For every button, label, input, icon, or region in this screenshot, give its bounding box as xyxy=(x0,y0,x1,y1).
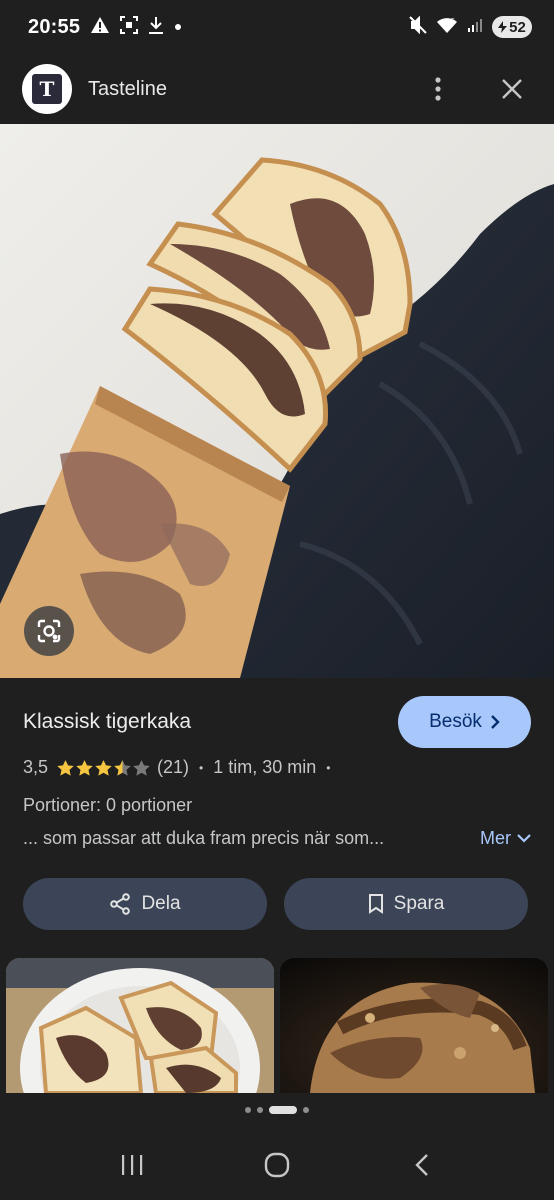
google-lens-button[interactable] xyxy=(24,606,74,656)
recipe-snippet: ... som passar att duka fram precis när … xyxy=(23,828,385,848)
close-button[interactable] xyxy=(492,69,532,109)
close-icon xyxy=(502,79,522,99)
wifi-icon: 5 xyxy=(436,16,458,39)
star-icon xyxy=(76,759,93,776)
thumbnail-2[interactable] xyxy=(280,958,548,1093)
download-icon xyxy=(148,16,164,39)
recipe-meta: 3,5 (21) • 1 tim, 30 min • xyxy=(23,757,341,778)
recipe-title: Klassisk tigerkaka xyxy=(23,710,192,733)
chevron-right-icon xyxy=(491,715,500,729)
site-logo[interactable]: T xyxy=(22,64,72,114)
svg-text:5: 5 xyxy=(451,18,455,25)
mute-icon xyxy=(409,15,427,39)
share-icon xyxy=(110,893,131,915)
visit-button-label: Besök xyxy=(429,711,482,732)
battery-level: 52 xyxy=(509,18,526,36)
dot-icon xyxy=(174,18,182,36)
star-icon xyxy=(133,759,150,776)
visit-button[interactable]: Besök xyxy=(398,696,531,748)
warning-icon xyxy=(90,16,110,39)
status-notification-icons xyxy=(90,15,182,39)
share-button[interactable]: Dela xyxy=(23,878,267,930)
meta-separator: • xyxy=(326,760,331,775)
save-button[interactable]: Spara xyxy=(284,878,528,930)
pager-dot xyxy=(303,1107,309,1113)
chevron-down-icon xyxy=(517,834,531,843)
more-vert-icon xyxy=(435,77,441,101)
battery-icon: 52 xyxy=(492,16,532,38)
more-button[interactable]: Mer xyxy=(480,828,531,849)
signal-icon xyxy=(467,17,483,38)
marble-cake-photo xyxy=(0,124,554,678)
star-icon xyxy=(95,759,112,776)
home-button[interactable] xyxy=(257,1145,297,1185)
screenshot-icon xyxy=(120,15,139,39)
system-navigation-bar xyxy=(0,1130,554,1200)
thumbnail-1[interactable] xyxy=(6,958,274,1093)
save-label: Spara xyxy=(393,893,445,914)
rating-stars xyxy=(56,759,151,777)
image-pager xyxy=(0,1106,554,1114)
star-icon xyxy=(114,759,131,776)
related-images xyxy=(0,958,554,1093)
star-icon xyxy=(57,759,74,776)
meta-separator: • xyxy=(199,760,204,775)
recipe-hero-image[interactable] xyxy=(0,124,554,678)
home-icon xyxy=(264,1152,290,1178)
more-options-button[interactable] xyxy=(418,69,458,109)
share-label: Dela xyxy=(141,893,181,914)
recent-apps-button[interactable] xyxy=(112,1145,152,1185)
more-label: Mer xyxy=(480,828,511,848)
servings: Portioner: 0 portioner xyxy=(23,795,193,815)
pager-dot xyxy=(245,1107,251,1113)
recents-icon xyxy=(122,1155,143,1175)
cook-time: 1 tim, 30 min xyxy=(213,757,317,777)
chocolate-cake-photo xyxy=(280,958,548,1093)
review-count: (21) xyxy=(157,757,190,777)
status-bar: 20:55 5 52 xyxy=(0,0,554,54)
rating-value: 3,5 xyxy=(23,757,49,777)
pager-dot-active xyxy=(269,1106,297,1114)
source-header: T Tasteline xyxy=(0,56,554,122)
lens-icon xyxy=(37,619,61,643)
bookmark-icon xyxy=(368,894,383,914)
site-logo-letter: T xyxy=(32,74,62,104)
back-icon xyxy=(414,1154,428,1176)
site-name[interactable]: Tasteline xyxy=(88,78,167,101)
marble-cake-slices-photo xyxy=(6,958,274,1093)
back-button[interactable] xyxy=(402,1145,442,1185)
status-time: 20:55 xyxy=(28,15,81,38)
pager-dot xyxy=(257,1107,263,1113)
